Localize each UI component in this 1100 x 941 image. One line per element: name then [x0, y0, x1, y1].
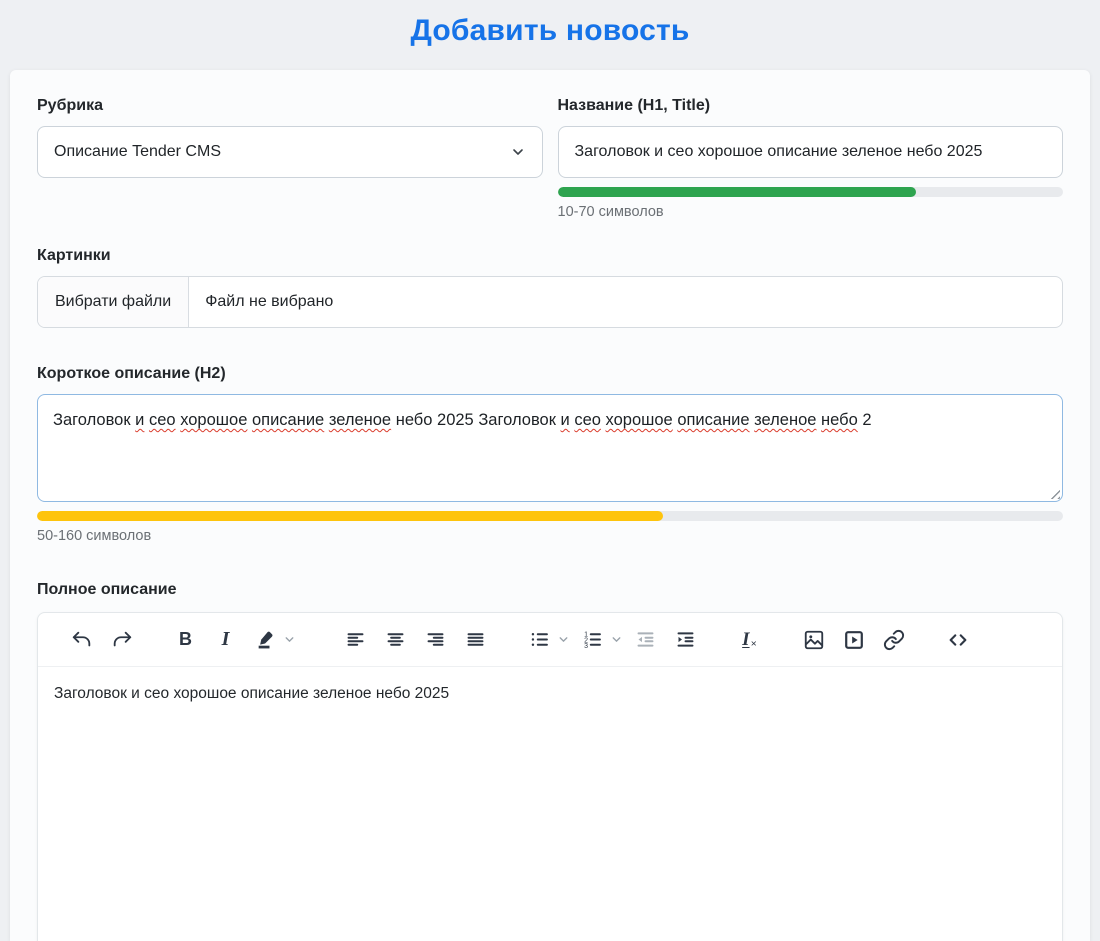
highlight-button[interactable]	[252, 626, 279, 653]
outdent-icon	[635, 629, 656, 650]
insert-video-button[interactable]	[840, 626, 867, 653]
chevron-down-icon	[610, 633, 623, 646]
redo-icon	[111, 629, 133, 651]
clear-formatting-icon: I×	[742, 629, 757, 651]
title-input[interactable]	[558, 126, 1064, 178]
ordered-list-button[interactable]: 123	[579, 626, 606, 653]
undo-button[interactable]	[68, 626, 95, 653]
bullet-list-icon	[529, 629, 550, 650]
title-field-group: Название (H1, Title) 10-70 символов	[558, 97, 1064, 220]
title-progress-bar	[558, 187, 917, 197]
rich-text-editor: B I	[37, 612, 1063, 941]
title-label: Название (H1, Title)	[558, 97, 1064, 115]
chevron-down-icon	[283, 633, 296, 646]
short-description-hint: 50-160 символов	[37, 528, 1063, 544]
link-icon	[883, 629, 905, 651]
undo-icon	[71, 629, 93, 651]
align-right-button[interactable]	[422, 626, 449, 653]
short-description-progress-bar	[37, 511, 663, 521]
page-header: Добавить новость	[0, 0, 1100, 62]
short-description-textarea[interactable]: Заголовок и сео хорошое описание зеленое…	[37, 394, 1063, 502]
align-left-icon	[345, 629, 366, 650]
insert-image-button[interactable]	[800, 626, 827, 653]
full-description-group: Полное описание B I	[37, 581, 1063, 941]
rubric-select[interactable]: Описание Tender CMS	[37, 126, 543, 178]
bullet-list-button[interactable]	[526, 626, 553, 653]
highlight-dropdown-chevron[interactable]	[283, 633, 296, 646]
clear-formatting-button[interactable]: I×	[736, 626, 763, 653]
form-card: Рубрика Описание Tender CMS Название (H1…	[10, 70, 1090, 941]
outdent-button[interactable]	[632, 626, 659, 653]
redo-button[interactable]	[108, 626, 135, 653]
editor-content[interactable]: Заголовок и сео хорошое описание зеленое…	[38, 667, 1062, 721]
rubric-selected-option: Описание Tender CMS	[54, 143, 221, 161]
align-center-button[interactable]	[382, 626, 409, 653]
chevron-down-icon	[557, 633, 570, 646]
choose-files-button[interactable]: Вибрати файли	[38, 277, 189, 327]
align-left-button[interactable]	[342, 626, 369, 653]
align-justify-button[interactable]	[462, 626, 489, 653]
highlight-pen-icon	[255, 629, 277, 651]
bold-button[interactable]: B	[172, 626, 199, 653]
indent-icon	[675, 629, 696, 650]
video-icon	[843, 629, 865, 651]
chevron-down-icon	[510, 144, 526, 160]
align-right-icon	[425, 629, 446, 650]
ordered-list-icon: 123	[582, 629, 603, 650]
code-icon	[947, 629, 969, 651]
rubric-field-group: Рубрика Описание Tender CMS	[37, 97, 543, 220]
images-label: Картинки	[37, 247, 1063, 265]
indent-button[interactable]	[672, 626, 699, 653]
title-hint: 10-70 символов	[558, 204, 1064, 220]
insert-link-button[interactable]	[880, 626, 907, 653]
images-field-group: Картинки Вибрати файли Файл не вибрано	[37, 247, 1063, 328]
short-description-label: Короткое описание (H2)	[37, 365, 1063, 383]
align-center-icon	[385, 629, 406, 650]
align-justify-icon	[465, 629, 486, 650]
images-file-input[interactable]: Вибрати файли Файл не вибрано	[37, 276, 1063, 328]
image-icon	[803, 629, 825, 651]
italic-button[interactable]: I	[212, 626, 239, 653]
code-view-button[interactable]	[944, 626, 971, 653]
bullet-list-dropdown-chevron[interactable]	[557, 633, 570, 646]
file-status-text: Файл не вибрано	[189, 293, 349, 311]
rubric-label: Рубрика	[37, 97, 543, 115]
bold-icon: B	[179, 629, 192, 650]
editor-toolbar: B I	[38, 613, 1062, 667]
ordered-list-dropdown-chevron[interactable]	[610, 633, 623, 646]
page-title: Добавить новость	[410, 14, 689, 48]
full-description-label: Полное описание	[37, 581, 1063, 599]
short-description-group: Короткое описание (H2) Заголовок и сео х…	[37, 365, 1063, 544]
italic-icon: I	[222, 628, 230, 651]
title-progress-track	[558, 187, 1064, 197]
short-description-progress-track	[37, 511, 1063, 521]
svg-text:3: 3	[584, 643, 588, 650]
